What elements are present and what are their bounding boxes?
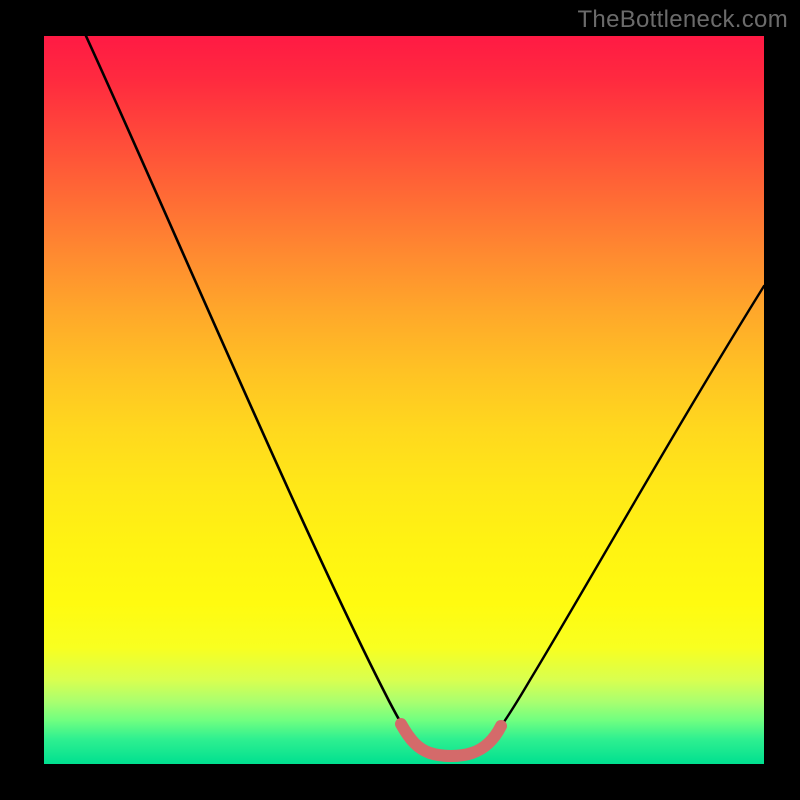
- curve-valley-highlight: [401, 724, 501, 756]
- curve-left-branch: [86, 36, 412, 740]
- chart-frame: TheBottleneck.com: [0, 0, 800, 800]
- curve-right-branch: [490, 286, 764, 740]
- bottleneck-curve: [44, 36, 764, 764]
- watermark-text: TheBottleneck.com: [577, 6, 788, 34]
- plot-area: [44, 36, 764, 764]
